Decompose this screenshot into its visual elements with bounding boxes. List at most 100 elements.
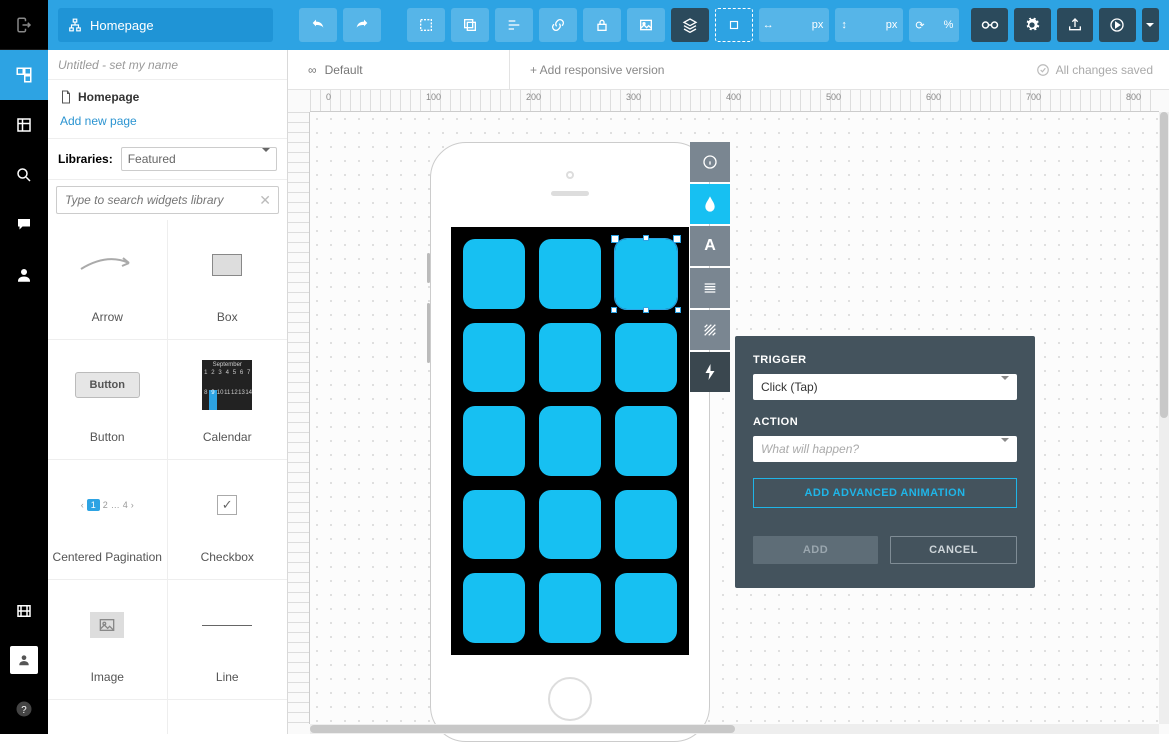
scrollbar-vertical[interactable]	[1159, 112, 1169, 724]
cancel-interaction-button[interactable]: CANCEL	[890, 536, 1017, 564]
widget-chart[interactable]	[48, 700, 168, 734]
redo-button[interactable]	[343, 8, 381, 42]
comment-icon[interactable]	[0, 200, 48, 250]
svg-text:?: ?	[21, 705, 27, 716]
app-tile[interactable]	[463, 406, 525, 476]
libraries-select[interactable]: Featured	[121, 147, 277, 171]
widget-pagination[interactable]: ‹12…4› Centered Pagination	[48, 460, 168, 580]
profile-icon[interactable]	[10, 646, 38, 674]
lock-button[interactable]	[583, 8, 621, 42]
ruler-horizontal[interactable]: 0 100 200 300 400 500 600 700 800	[310, 90, 1159, 112]
film-icon[interactable]	[0, 586, 48, 636]
breadcrumb[interactable]: Homepage	[58, 8, 273, 42]
clear-search-icon[interactable]: ✕	[259, 192, 271, 209]
widget-search-row: ✕	[48, 180, 287, 220]
action-select[interactable]: What will happen?	[753, 436, 1017, 462]
box-icon	[212, 254, 242, 276]
chevron-down-icon	[262, 152, 270, 166]
widget-line[interactable]: Line	[168, 580, 288, 700]
add-interaction-button[interactable]: ADD	[753, 536, 878, 564]
default-breakpoint[interactable]: ∞ Default	[288, 50, 510, 89]
page-row-homepage[interactable]: Homepage	[48, 80, 287, 114]
user-icon[interactable]	[0, 250, 48, 300]
inspector-strip: A	[690, 142, 730, 392]
app-tile-selected[interactable]	[615, 239, 677, 309]
app-tile[interactable]	[539, 323, 601, 393]
scrollbar-horizontal[interactable]	[310, 724, 1159, 734]
fill-tab[interactable]	[690, 184, 730, 224]
app-tile[interactable]	[539, 490, 601, 560]
widget-box[interactable]: Box	[168, 220, 288, 340]
widget-arrow[interactable]: Arrow	[48, 220, 168, 340]
app-tile[interactable]	[463, 239, 525, 309]
side-panel: Untitled - set my name Homepage Add new …	[48, 50, 288, 734]
app-tile[interactable]	[615, 406, 677, 476]
app-tile[interactable]	[539, 239, 601, 309]
infinity-icon: ∞	[308, 63, 317, 77]
preview-button[interactable]	[971, 8, 1008, 42]
play-dropdown[interactable]	[1142, 8, 1159, 42]
trigger-label: TRIGGER	[753, 354, 1017, 366]
app-tile[interactable]	[539, 573, 601, 643]
help-icon[interactable]: ?	[0, 684, 48, 734]
info-tab[interactable]	[690, 142, 730, 182]
libraries-row: Libraries: Featured	[48, 138, 287, 180]
search-icon[interactable]	[0, 150, 48, 200]
height-field[interactable]: ↕ px	[835, 8, 903, 42]
widget-search-input[interactable]	[56, 186, 279, 214]
align-button[interactable]	[495, 8, 533, 42]
phone-home-button	[548, 677, 592, 721]
interactions-tab[interactable]	[690, 352, 730, 392]
rotate-field[interactable]: ⟳ %	[909, 8, 959, 42]
trigger-select[interactable]: Click (Tap)	[753, 374, 1017, 400]
undo-button[interactable]	[299, 8, 337, 42]
project-name[interactable]: Untitled - set my name	[48, 50, 287, 80]
edit-tools	[407, 8, 753, 42]
save-status: All changes saved	[1036, 63, 1169, 77]
play-button[interactable]	[1099, 8, 1136, 42]
app-tile[interactable]	[539, 406, 601, 476]
widget-calendar[interactable]: September1234567891011121314 Calendar	[168, 340, 288, 460]
group-button[interactable]	[715, 8, 753, 42]
widget-text[interactable]: A	[168, 700, 288, 734]
app-tile[interactable]	[463, 323, 525, 393]
history-tools	[299, 8, 381, 42]
canvas-grid[interactable]: A TRIGGER Click (Tap) ACTION What will h…	[310, 112, 1159, 724]
image-button[interactable]	[627, 8, 665, 42]
canvas: 0 100 200 300 400 500 600 700 800	[288, 90, 1169, 734]
components-icon[interactable]	[0, 100, 48, 150]
layout-tab[interactable]	[690, 268, 730, 308]
height-input[interactable]	[852, 19, 882, 31]
shapes-icon[interactable]	[0, 50, 48, 100]
calendar-icon: September1234567891011121314	[202, 360, 252, 410]
logout-icon[interactable]	[0, 0, 48, 50]
app-tile[interactable]	[615, 573, 677, 643]
copy-button[interactable]	[451, 8, 489, 42]
phone-screen[interactable]	[451, 227, 689, 655]
pattern-tab[interactable]	[690, 310, 730, 350]
app-tile[interactable]	[615, 490, 677, 560]
add-page-link[interactable]: Add new page	[48, 114, 287, 138]
widget-button[interactable]: Button Button	[48, 340, 168, 460]
ruler-vertical[interactable]	[288, 112, 310, 724]
breadcrumb-page: Homepage	[90, 18, 154, 33]
pagination-icon: ‹12…4›	[81, 499, 134, 511]
widget-grid: Arrow Box Button Button September1234567…	[48, 220, 287, 734]
add-responsive-button[interactable]: + Add responsive version	[510, 50, 684, 89]
crop-button[interactable]	[407, 8, 445, 42]
widget-checkbox[interactable]: ✓ Checkbox	[168, 460, 288, 580]
app-tile[interactable]	[463, 490, 525, 560]
settings-button[interactable]	[1014, 8, 1051, 42]
width-field[interactable]: ↔ px	[759, 8, 829, 42]
add-advanced-animation-button[interactable]: ADD ADVANCED ANIMATION	[753, 478, 1017, 508]
phone-camera	[566, 171, 574, 179]
width-input[interactable]	[778, 19, 808, 31]
text-tab[interactable]: A	[690, 226, 730, 266]
app-tile[interactable]	[463, 573, 525, 643]
widget-image[interactable]: Image	[48, 580, 168, 700]
top-toolbar: Homepage ↔ px ↕ px ⟳ %	[48, 0, 1169, 50]
link-button[interactable]	[539, 8, 577, 42]
layers-button[interactable]	[671, 8, 709, 42]
share-button[interactable]	[1057, 8, 1094, 42]
app-tile[interactable]	[615, 323, 677, 393]
